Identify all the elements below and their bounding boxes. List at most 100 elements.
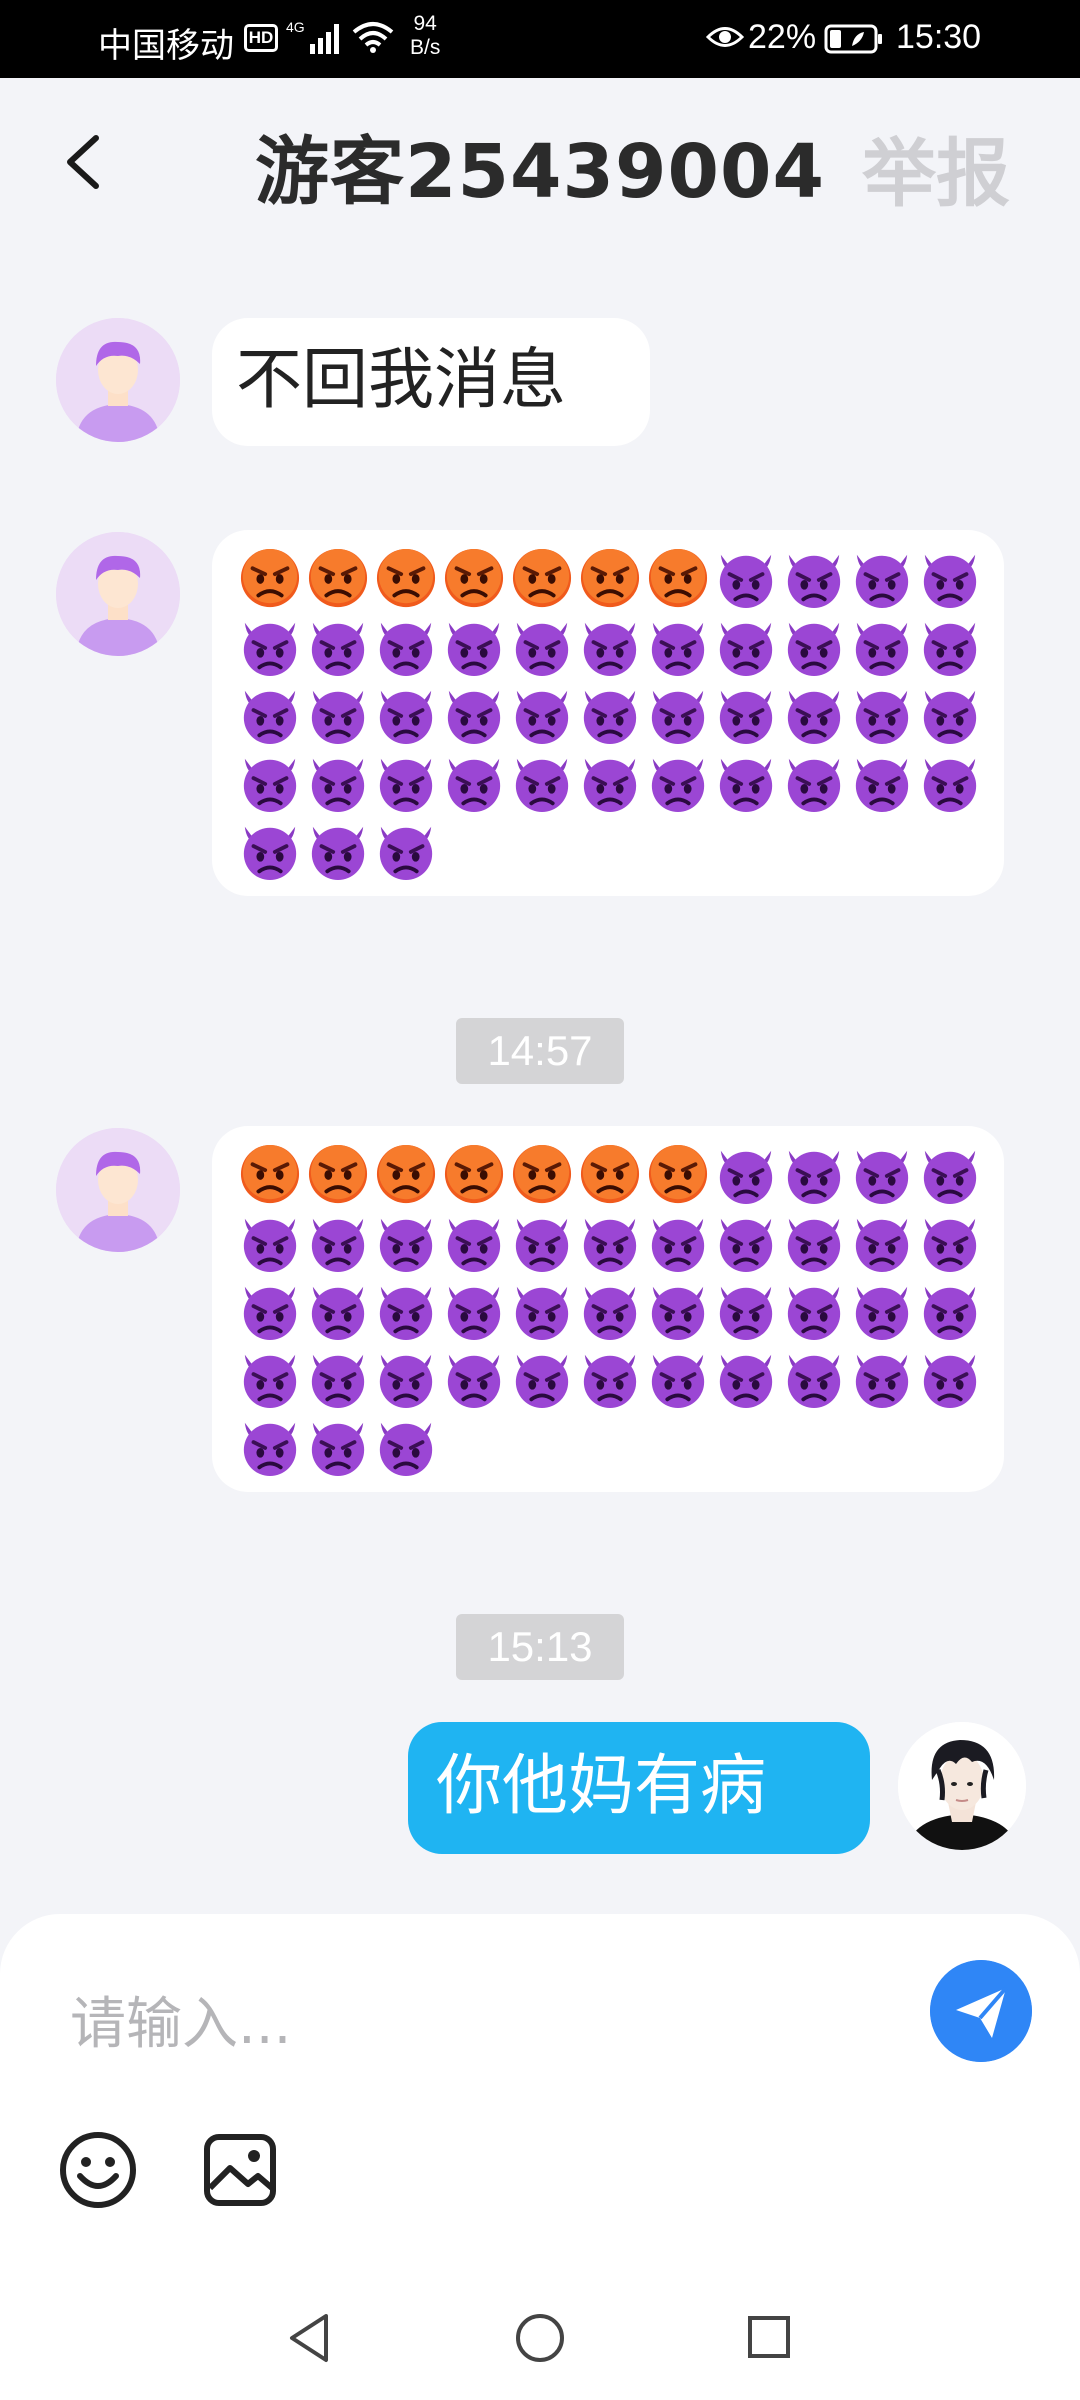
angry-devil-emoji (372, 1208, 440, 1276)
avatar[interactable] (56, 532, 180, 656)
angry-devil-emoji (576, 1208, 644, 1276)
angry-devil-emoji (508, 1344, 576, 1412)
angry-devil-emoji (916, 1276, 984, 1344)
report-button[interactable]: 举报 (862, 114, 1010, 221)
angry-devil-emoji (508, 748, 576, 816)
angry-devil-emoji (440, 748, 508, 816)
angry-face-emoji (440, 1140, 508, 1208)
angry-devil-emoji (372, 748, 440, 816)
angry-devil-emoji (236, 612, 304, 680)
angry-face-emoji (440, 544, 508, 612)
angry-devil-emoji (304, 680, 372, 748)
angry-face-emoji (508, 1140, 576, 1208)
angry-devil-emoji (440, 1276, 508, 1344)
angry-devil-emoji (712, 748, 780, 816)
nav-recent-apps-icon[interactable] (746, 2314, 792, 2360)
angry-face-emoji (304, 1140, 372, 1208)
angry-devil-emoji (372, 612, 440, 680)
angry-devil-emoji (780, 612, 848, 680)
system-nav-bar (0, 2280, 1080, 2400)
angry-devil-emoji (848, 544, 916, 612)
angry-devil-emoji (236, 816, 304, 884)
emoji-message-bubble[interactable] (212, 530, 1004, 896)
angry-devil-emoji (848, 748, 916, 816)
angry-devil-emoji (780, 1140, 848, 1208)
angry-devil-emoji (916, 1208, 984, 1276)
angry-devil-emoji (780, 1344, 848, 1412)
angry-devil-emoji (236, 1208, 304, 1276)
angry-devil-emoji (916, 680, 984, 748)
message-bubble[interactable]: 不回我消息 (212, 318, 650, 446)
angry-devil-emoji (916, 1140, 984, 1208)
angry-devil-emoji (304, 1208, 372, 1276)
angry-devil-emoji (372, 1344, 440, 1412)
angry-devil-emoji (712, 1208, 780, 1276)
message-text: 不回我消息 (236, 341, 566, 418)
angry-devil-emoji (304, 748, 372, 816)
wifi-icon (352, 22, 394, 53)
angry-face-emoji (576, 1140, 644, 1208)
eye-comfort-icon (706, 27, 744, 47)
angry-devil-emoji (712, 1140, 780, 1208)
angry-devil-emoji (508, 612, 576, 680)
angry-devil-emoji (236, 1344, 304, 1412)
angry-devil-emoji (780, 748, 848, 816)
hd-badge: HD (244, 24, 278, 52)
speed-value: 94 (413, 12, 437, 35)
avatar[interactable] (56, 318, 180, 442)
emoji-message-bubble[interactable] (212, 1126, 1004, 1492)
angry-devil-emoji (372, 1276, 440, 1344)
angry-devil-emoji (304, 1412, 372, 1480)
svg-text:4G: 4G (286, 19, 305, 35)
angry-devil-emoji (304, 1276, 372, 1344)
battery-icon (824, 24, 882, 54)
angry-devil-emoji (848, 612, 916, 680)
angry-devil-emoji (508, 1208, 576, 1276)
angry-devil-emoji (236, 1412, 304, 1480)
image-icon[interactable] (202, 2132, 278, 2208)
clock: 15:30 (896, 18, 982, 56)
angry-devil-emoji (372, 1412, 440, 1480)
angry-devil-emoji (644, 612, 712, 680)
battery-percent: 22% (748, 18, 817, 56)
avatar-icon (56, 318, 180, 442)
nav-back-icon[interactable] (284, 2310, 334, 2366)
my-avatar[interactable] (898, 1722, 1026, 1850)
angry-devil-emoji (576, 748, 644, 816)
smiley-icon[interactable] (58, 2130, 138, 2210)
angry-devil-emoji (508, 680, 576, 748)
status-bar: 中国移动 HD 4G 94 B/s 22% 15:30 (0, 0, 1080, 78)
emoji-grid (236, 544, 984, 884)
angry-devil-emoji (916, 544, 984, 612)
avatar-icon (56, 532, 180, 656)
angry-face-emoji (644, 544, 712, 612)
carrier-name: 中国移动 (98, 27, 234, 65)
signal-icon: 4G (286, 19, 339, 54)
angry-devil-emoji (508, 1276, 576, 1344)
angry-devil-emoji (848, 1140, 916, 1208)
angry-devil-emoji (848, 680, 916, 748)
angry-face-emoji (576, 544, 644, 612)
angry-devil-emoji (848, 1276, 916, 1344)
angry-devil-emoji (916, 1344, 984, 1412)
angry-face-emoji (236, 544, 304, 612)
angry-devil-emoji (644, 1344, 712, 1412)
angry-devil-emoji (576, 612, 644, 680)
angry-devil-emoji (916, 748, 984, 816)
angry-devil-emoji (236, 1276, 304, 1344)
angry-devil-emoji (848, 1344, 916, 1412)
angry-devil-emoji (236, 680, 304, 748)
emoji-grid (236, 1140, 984, 1480)
avatar[interactable] (56, 1128, 180, 1252)
angry-face-emoji (372, 544, 440, 612)
angry-devil-emoji (644, 1208, 712, 1276)
message-input[interactable] (70, 1974, 870, 2074)
angry-devil-emoji (848, 1208, 916, 1276)
nav-home-icon[interactable] (514, 2312, 566, 2364)
paper-plane-icon[interactable] (930, 1960, 1032, 2062)
angry-devil-emoji (236, 748, 304, 816)
angry-devil-emoji (644, 1276, 712, 1344)
angry-devil-emoji (780, 680, 848, 748)
my-message-bubble[interactable]: 你他妈有病 (408, 1722, 870, 1854)
angry-devil-emoji (440, 680, 508, 748)
